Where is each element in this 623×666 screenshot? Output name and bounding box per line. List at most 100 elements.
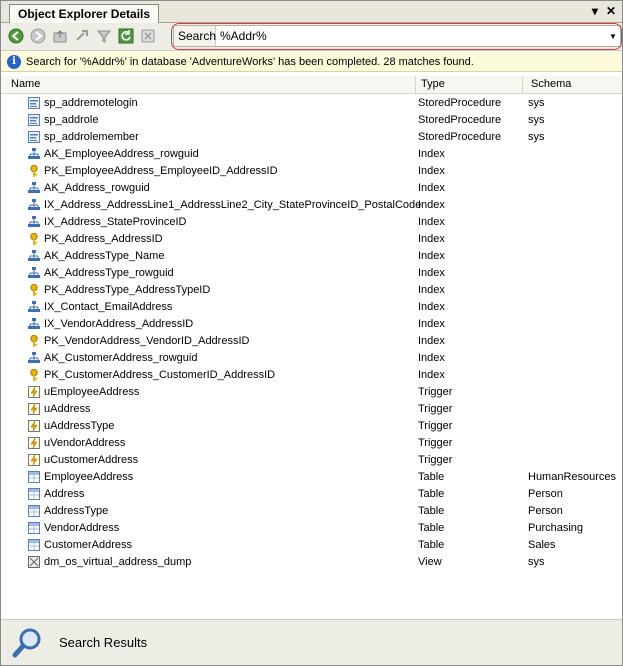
row-name: IX_VendorAddress_AddressID (44, 318, 194, 330)
chevron-down-icon[interactable]: ▼ (606, 32, 620, 41)
row-schema: Purchasing (528, 522, 584, 534)
search-results-label[interactable]: Search Results (59, 635, 147, 650)
row-schema: Sales (528, 539, 556, 551)
table-row[interactable]: AK_AddressType_rowguid Index (1, 265, 622, 282)
table-row[interactable]: PK_EmployeeAddress_EmployeeID_AddressID I… (1, 163, 622, 180)
row-type: Trigger (418, 386, 453, 398)
row-name: Address (44, 488, 85, 500)
row-type: Index (418, 199, 445, 211)
table-row[interactable]: uAddressType Trigger (1, 418, 622, 435)
table-row[interactable]: uCustomerAddress Trigger (1, 452, 622, 469)
object-explorer-details-window: Object Explorer Details ▾ ✕ Search %Addr… (0, 0, 623, 666)
table-row[interactable]: uEmployeeAddress Trigger (1, 384, 622, 401)
table-row[interactable]: PK_CustomerAddress_CustomerID_AddressID I… (1, 367, 622, 384)
table-row[interactable]: PK_AddressType_AddressTypeID Index (1, 282, 622, 299)
row-name: IX_Address_StateProvinceID (44, 216, 187, 228)
table-row[interactable]: Address Table Person (1, 486, 622, 503)
row-type: Table (418, 522, 445, 534)
row-type: Trigger (418, 437, 453, 449)
trigger-icon (28, 437, 40, 449)
trigger-icon (28, 386, 40, 398)
row-schema: sys (528, 114, 545, 126)
table-row[interactable]: VendorAddress Table Purchasing (1, 520, 622, 537)
primary-key-icon (28, 368, 40, 381)
row-name: VendorAddress (44, 522, 120, 534)
row-name: uVendorAddress (44, 437, 126, 449)
forward-icon[interactable] (29, 27, 47, 45)
refresh-icon[interactable] (117, 27, 135, 45)
row-name: EmployeeAddress (44, 471, 134, 483)
table-row[interactable]: sp_addrolemember StoredProcedure sys (1, 129, 622, 146)
row-type: Index (418, 216, 445, 228)
stop-icon[interactable] (139, 27, 157, 45)
column-header-name[interactable]: Name (11, 78, 40, 90)
stored-procedure-icon (28, 97, 40, 109)
filter-icon[interactable] (95, 27, 113, 45)
row-type: Table (418, 539, 445, 551)
row-name: PK_VendorAddress_VendorID_AddressID (44, 335, 250, 347)
trigger-icon (28, 420, 40, 432)
table-row[interactable]: IX_Address_StateProvinceID Index (1, 214, 622, 231)
table-icon (28, 522, 40, 534)
tab-strip: Object Explorer Details ▾ ✕ (1, 1, 622, 24)
trigger-icon (28, 454, 40, 466)
index-icon (28, 250, 40, 262)
row-type: Index (418, 335, 445, 347)
row-type: Table (418, 505, 445, 517)
index-icon (28, 216, 40, 228)
table-row[interactable]: uVendorAddress Trigger (1, 435, 622, 452)
row-type: Index (418, 284, 445, 296)
table-row[interactable]: AK_CustomerAddress_rowguid Index (1, 350, 622, 367)
row-name: AK_Address_rowguid (44, 182, 150, 194)
column-header: Name Type Schema (1, 76, 622, 94)
column-divider[interactable] (522, 76, 523, 94)
table-row[interactable]: CustomerAddress Table Sales (1, 537, 622, 554)
table-row[interactable]: AK_Address_rowguid Index (1, 180, 622, 197)
column-header-type[interactable]: Type (421, 78, 445, 90)
column-divider[interactable] (415, 76, 416, 94)
row-type: View (418, 556, 442, 568)
window-menu-icon[interactable]: ▾ (592, 4, 598, 18)
table-row[interactable]: IX_Address_AddressLine1_AddressLine2_Cit… (1, 197, 622, 214)
table-icon (28, 488, 40, 500)
table-row[interactable]: sp_addremotelogin StoredProcedure sys (1, 95, 622, 112)
table-row[interactable]: AddressType Table Person (1, 503, 622, 520)
table-row[interactable]: AK_EmployeeAddress_rowguid Index (1, 146, 622, 163)
table-row[interactable]: uAddress Trigger (1, 401, 622, 418)
back-icon[interactable] (7, 27, 25, 45)
row-type: Trigger (418, 403, 453, 415)
sync-icon[interactable] (73, 27, 91, 45)
row-type: Table (418, 488, 445, 500)
table-row[interactable]: dm_os_virtual_address_dump View sys (1, 554, 622, 571)
tab-object-explorer-details[interactable]: Object Explorer Details (9, 4, 160, 24)
table-row[interactable]: PK_Address_AddressID Index (1, 231, 622, 248)
row-name: sp_addremotelogin (44, 97, 138, 109)
table-row[interactable]: sp_addrole StoredProcedure sys (1, 112, 622, 129)
table-row[interactable]: PK_VendorAddress_VendorID_AddressID Index (1, 333, 622, 350)
column-header-schema[interactable]: Schema (531, 78, 571, 90)
table-row[interactable]: IX_VendorAddress_AddressID Index (1, 316, 622, 333)
row-name: IX_Address_AddressLine1_AddressLine2_Cit… (44, 199, 422, 211)
trigger-icon (28, 403, 40, 415)
row-type: Table (418, 471, 445, 483)
close-icon[interactable]: ✕ (606, 4, 616, 18)
row-name: uAddressType (44, 420, 115, 432)
index-icon (28, 301, 40, 313)
primary-key-icon (28, 232, 40, 245)
row-type: Index (418, 318, 445, 330)
row-name: PK_EmployeeAddress_EmployeeID_AddressID (44, 165, 278, 177)
search-input[interactable] (216, 29, 606, 43)
info-bar: i Search for '%Addr%' in database 'Adven… (1, 52, 622, 72)
table-row[interactable]: AK_AddressType_Name Index (1, 248, 622, 265)
row-type: Trigger (418, 454, 453, 466)
table-icon (28, 539, 40, 551)
row-type: Index (418, 233, 445, 245)
table-row[interactable]: IX_Contact_EmailAddress Index (1, 299, 622, 316)
table-row[interactable]: EmployeeAddress Table HumanResources (1, 469, 622, 486)
row-name: uCustomerAddress (44, 454, 139, 466)
up-folder-icon[interactable] (51, 27, 69, 45)
row-name: AK_AddressType_Name (44, 250, 165, 262)
magnifier-icon (12, 628, 41, 657)
index-icon (28, 318, 40, 330)
row-name: PK_CustomerAddress_CustomerID_AddressID (44, 369, 276, 381)
